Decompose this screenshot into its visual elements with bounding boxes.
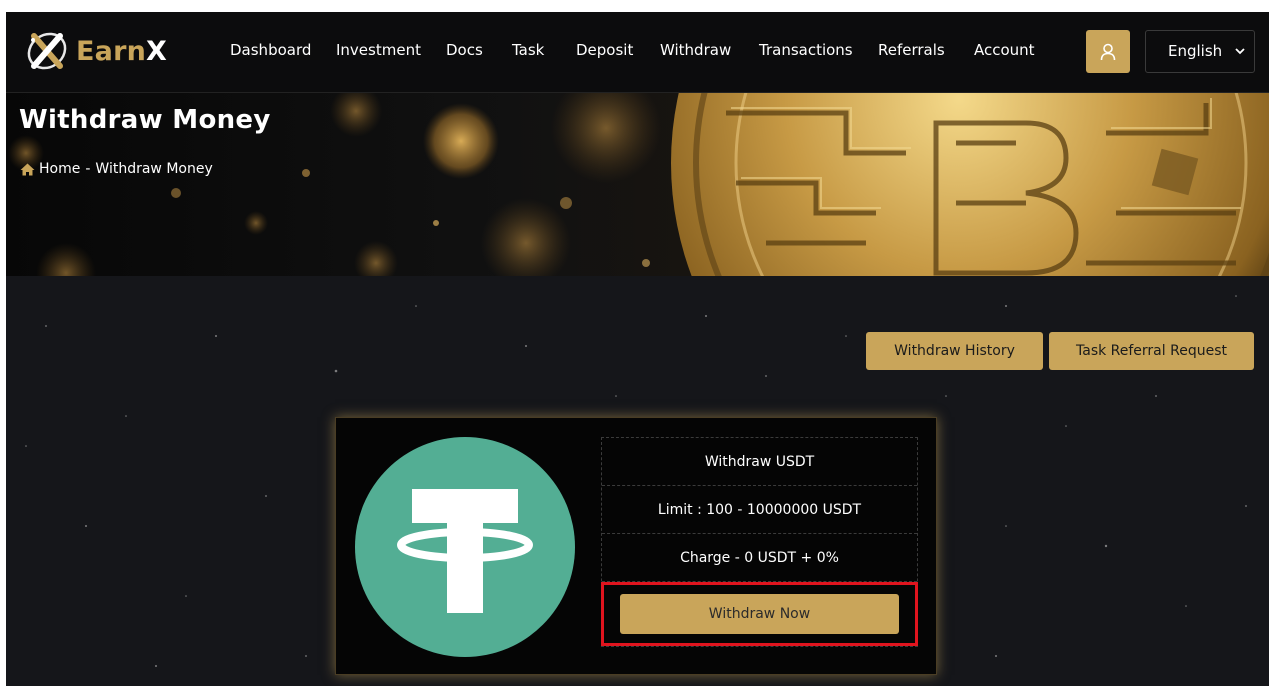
page-banner: Withdraw Money Home - Withdraw Money <box>6 93 1269 276</box>
language-selected: English <box>1168 42 1223 60</box>
nav-item-dashboard[interactable]: Dashboard <box>230 41 311 59</box>
nav-item-transactions[interactable]: Transactions <box>759 41 853 59</box>
method-title: Withdraw USDT <box>602 438 917 486</box>
nav-item-deposit[interactable]: Deposit <box>576 41 633 59</box>
brand-logo[interactable]: EarnX <box>24 26 167 76</box>
top-navbar: EarnX Dashboard Investment Docs Task Dep… <box>6 12 1269 93</box>
breadcrumb-separator: - <box>85 161 91 177</box>
withdraw-history-button[interactable]: Withdraw History <box>866 332 1043 370</box>
main-content: Withdraw History Task Referral Request W… <box>6 276 1269 686</box>
nav-item-investment[interactable]: Investment <box>336 41 421 59</box>
user-icon <box>1100 43 1116 60</box>
breadcrumb: Home - Withdraw Money <box>20 161 213 177</box>
brand-name-part1: Earn <box>76 35 147 67</box>
chevron-down-icon <box>1235 48 1245 55</box>
page-title: Withdraw Money <box>19 105 271 135</box>
withdraw-now-button[interactable]: Withdraw Now <box>620 594 899 634</box>
language-select[interactable]: English <box>1145 30 1255 73</box>
page: EarnX Dashboard Investment Docs Task Dep… <box>6 12 1269 686</box>
method-charge: Charge - 0 USDT + 0% <box>602 534 917 582</box>
nav-item-task[interactable]: Task <box>512 41 544 59</box>
brand-name: EarnX <box>76 36 167 67</box>
tether-usdt-icon <box>355 437 575 657</box>
task-referral-request-button[interactable]: Task Referral Request <box>1049 332 1254 370</box>
x-swirl-logo-icon <box>27 32 67 70</box>
brand-name-part2: X <box>146 35 168 67</box>
nav-item-withdraw[interactable]: Withdraw <box>660 41 731 59</box>
withdraw-method-card: Withdraw USDT Limit : 100 - 10000000 USD… <box>335 417 937 675</box>
nav-item-referrals[interactable]: Referrals <box>878 41 945 59</box>
user-menu-button[interactable] <box>1086 30 1130 73</box>
breadcrumb-home-link[interactable]: Home <box>39 161 80 177</box>
breadcrumb-current: Withdraw Money <box>95 161 213 177</box>
home-icon <box>20 163 35 176</box>
nav-item-docs[interactable]: Docs <box>446 41 483 59</box>
method-limit: Limit : 100 - 10000000 USDT <box>602 486 917 534</box>
nav-item-account[interactable]: Account <box>974 41 1035 59</box>
